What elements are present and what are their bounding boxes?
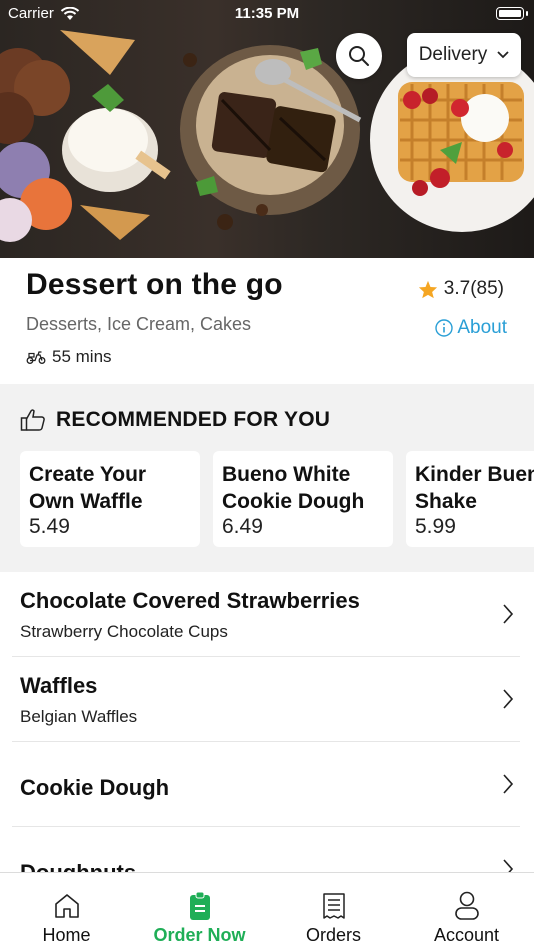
tab-order-now[interactable]: Order Now	[133, 873, 266, 950]
recommended-item-price: 5.49	[29, 515, 70, 538]
menu-category-row[interactable]: Waffles Belgian Waffles	[0, 657, 534, 742]
star-icon	[418, 280, 437, 298]
search-button[interactable]	[336, 33, 382, 79]
store-name: Dessert on the go	[26, 268, 283, 301]
menu-category-title: Waffles	[20, 673, 98, 698]
tab-label: Orders	[305, 925, 361, 945]
recommended-card[interactable]: Bueno White Cookie Dough 6.49	[213, 451, 393, 547]
about-link[interactable]: About	[435, 317, 507, 339]
scooter-icon	[26, 351, 46, 364]
recommended-card[interactable]: Create Your Own Waffle 5.49	[20, 451, 200, 547]
recommended-item-name: Bueno White	[222, 463, 351, 486]
menu-category-row[interactable]: Doughnuts	[0, 827, 534, 872]
person-icon	[454, 891, 479, 920]
status-bar: Carrier 11:35 PM	[0, 0, 534, 28]
recommended-item-price: 6.49	[222, 515, 263, 538]
recommended-item-name: Create Your	[29, 463, 147, 486]
chevron-right-icon	[503, 859, 514, 872]
tab-label: Account	[433, 925, 500, 945]
thumbs-up-icon	[20, 409, 45, 431]
chevron-right-icon	[503, 689, 514, 709]
tab-orders[interactable]: Orders	[267, 873, 400, 950]
battery-icon	[496, 7, 524, 20]
battery-cap	[526, 11, 528, 16]
order-icon	[189, 891, 210, 920]
hero-banner: Carrier 11:35 PM Delivery	[0, 0, 534, 258]
tab-home[interactable]: Home	[0, 873, 133, 950]
tab-label: Home	[42, 925, 91, 945]
recommended-item-name: Shake	[415, 490, 477, 513]
recommended-title: RECOMMENDED FOR YOU	[56, 408, 331, 431]
about-label: About	[457, 317, 507, 338]
menu-category-title: Cookie Dough	[20, 775, 170, 800]
tab-bar: Home Order Now Orders Account	[0, 872, 534, 950]
tab-label: Order Now	[153, 925, 246, 945]
menu-category-subtitle: Belgian Waffles	[20, 707, 138, 726]
recommended-item-price: 5.99	[415, 515, 456, 538]
delivery-mode-label: Delivery	[418, 44, 488, 65]
recommended-item-name: Kinder Bueno	[415, 463, 534, 486]
menu-category-title: Chocolate Covered Strawberries	[20, 588, 360, 613]
search-icon	[349, 46, 369, 66]
recommended-card[interactable]: Kinder Bueno Shake 5.99	[406, 451, 534, 547]
recommended-item-name: Cookie Dough	[222, 490, 365, 513]
rating-value: 3.7(85)	[443, 278, 504, 299]
menu-category-row[interactable]: Cookie Dough	[0, 742, 534, 827]
store-rating: 3.7(85)	[418, 278, 504, 300]
home-icon	[54, 894, 79, 918]
eta-label: 55 mins	[52, 347, 112, 366]
receipt-icon	[322, 893, 345, 919]
menu-category-row[interactable]: Chocolate Covered Strawberries Strawberr…	[0, 572, 534, 657]
menu-category-title: Doughnuts	[20, 860, 136, 872]
chevron-right-icon	[503, 774, 514, 794]
delivery-eta: 55 mins	[26, 347, 112, 367]
recommended-section: RECOMMENDED FOR YOU Create Your Own Waff…	[0, 384, 534, 572]
tab-account[interactable]: Account	[400, 873, 533, 950]
chevron-down-icon	[497, 51, 509, 59]
recommended-header: RECOMMENDED FOR YOU	[20, 408, 330, 432]
store-categories: Desserts, Ice Cream, Cakes	[26, 314, 252, 334]
info-icon	[435, 319, 454, 337]
recommended-item-name: Own Waffle	[29, 490, 143, 513]
delivery-mode-dropdown[interactable]: Delivery	[407, 33, 521, 77]
chevron-right-icon	[503, 604, 514, 624]
status-time: 11:35 PM	[234, 5, 300, 22]
menu-category-subtitle: Strawberry Chocolate Cups	[20, 622, 228, 641]
